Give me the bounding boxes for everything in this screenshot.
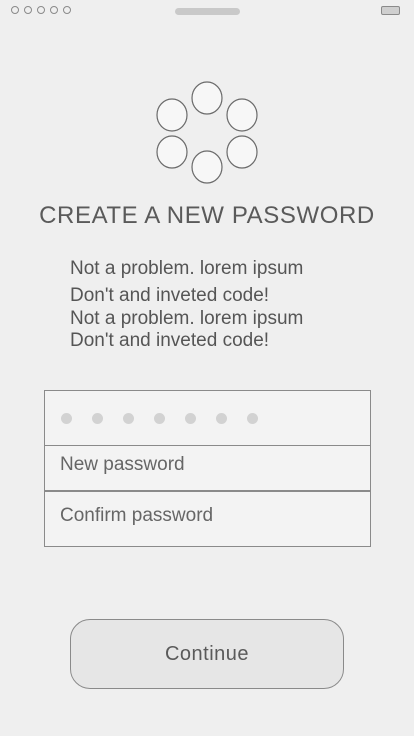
status-bar-center	[175, 8, 240, 15]
description-line: Don't and inveted code!	[70, 330, 270, 351]
create-password-screen: CREATE A NEW PASSWORD Not a problem. lor…	[0, 0, 414, 736]
description-line: Not a problem. lorem ipsum	[70, 258, 304, 279]
signal-dot	[24, 6, 32, 14]
new-password-field-box	[44, 445, 371, 491]
description-line: Don't and inveted code!	[70, 285, 270, 306]
page-title: CREATE A NEW PASSWORD	[39, 202, 375, 229]
signal-dot	[63, 6, 71, 14]
battery-icon	[381, 6, 400, 15]
signal-dot	[50, 6, 58, 14]
continue-button[interactable]: Continue	[70, 619, 344, 689]
code-dot	[185, 413, 196, 424]
signal-dots-icon	[11, 6, 71, 14]
code-dot	[154, 413, 165, 424]
code-dot	[92, 413, 103, 424]
code-dot	[247, 413, 258, 424]
signal-dot	[37, 6, 45, 14]
signal-dot	[11, 6, 19, 14]
confirm-password-input[interactable]	[60, 505, 360, 527]
confirm-password-field-box	[44, 491, 371, 547]
code-dot	[216, 413, 227, 424]
code-dots-icon	[61, 413, 258, 424]
circle-flower-logo-icon	[150, 78, 264, 188]
code-dot	[61, 413, 72, 424]
description-line: Not a problem. lorem ipsum	[70, 308, 304, 329]
verification-code-field[interactable]	[44, 390, 371, 446]
new-password-input[interactable]	[60, 454, 360, 476]
code-dot	[123, 413, 134, 424]
